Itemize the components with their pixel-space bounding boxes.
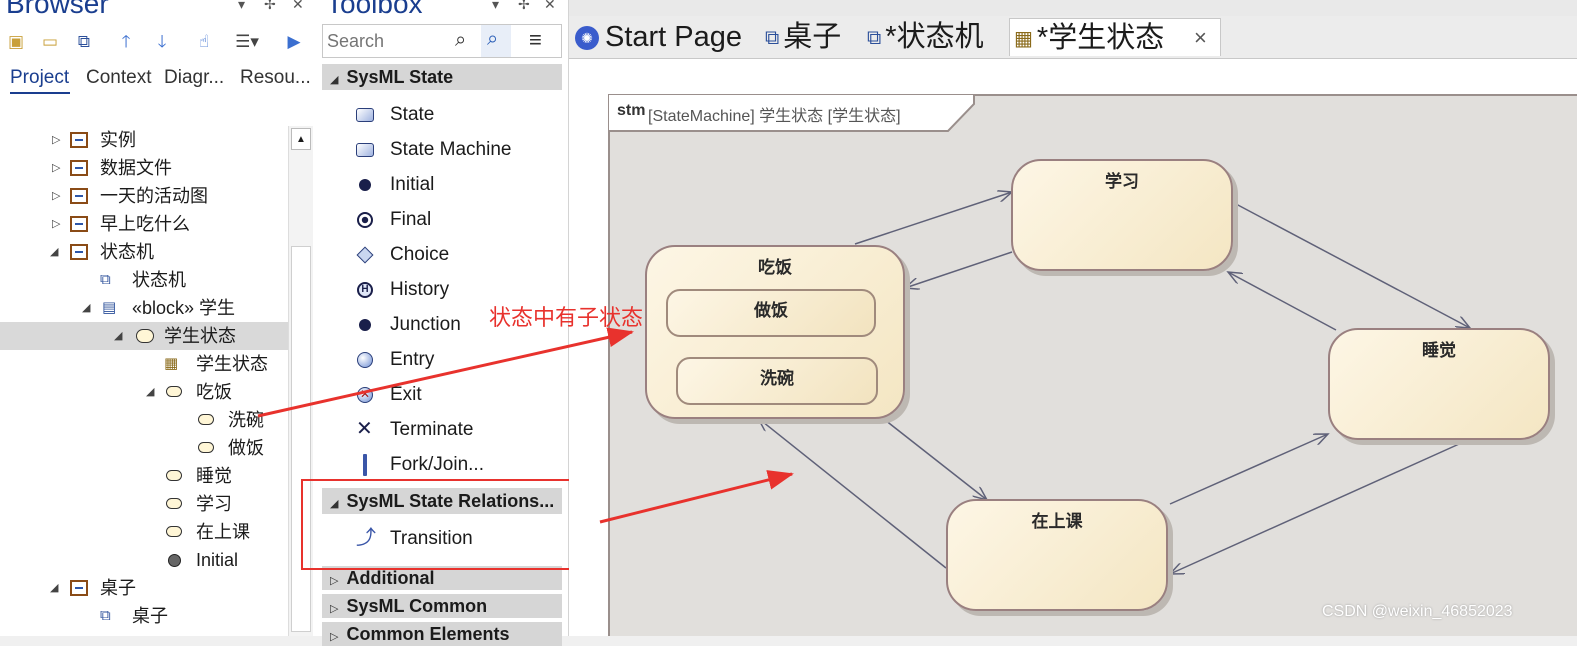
annotation-arrow-substates: [257, 327, 634, 418]
annotation-text: 状态中有子状态: [489, 306, 644, 331]
annotation-arrows: [257, 327, 794, 524]
annotation-arrow-transition: [599, 470, 794, 524]
watermark: CSDN @weixin_46852023: [1322, 603, 1513, 620]
